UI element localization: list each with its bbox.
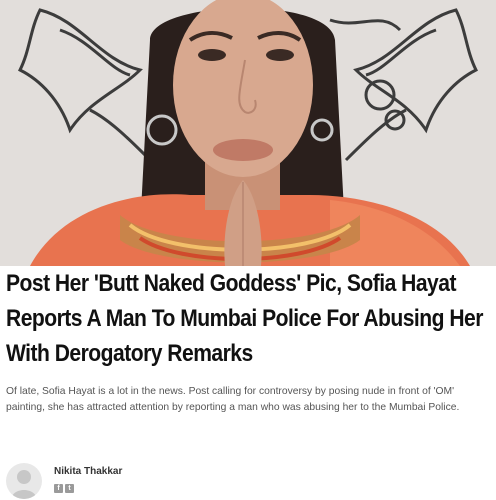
hero-photo	[0, 0, 496, 266]
user-icon	[11, 470, 37, 499]
author-avatar[interactable]	[6, 463, 42, 499]
author-name[interactable]: Nikita Thakkar	[54, 466, 122, 477]
author-byline: Nikita Thakkar f t	[6, 459, 492, 500]
facebook-icon[interactable]: f	[54, 484, 63, 493]
article-headline[interactable]: Post Her 'Butt Naked Goddess' Pic, Sofia…	[6, 266, 492, 371]
author-social-links: f t	[54, 484, 74, 493]
twitter-icon[interactable]: t	[65, 484, 74, 493]
article-summary: Of late, Sofia Hayat is a lot in the new…	[6, 386, 460, 414]
article-hero-image[interactable]	[0, 0, 496, 266]
